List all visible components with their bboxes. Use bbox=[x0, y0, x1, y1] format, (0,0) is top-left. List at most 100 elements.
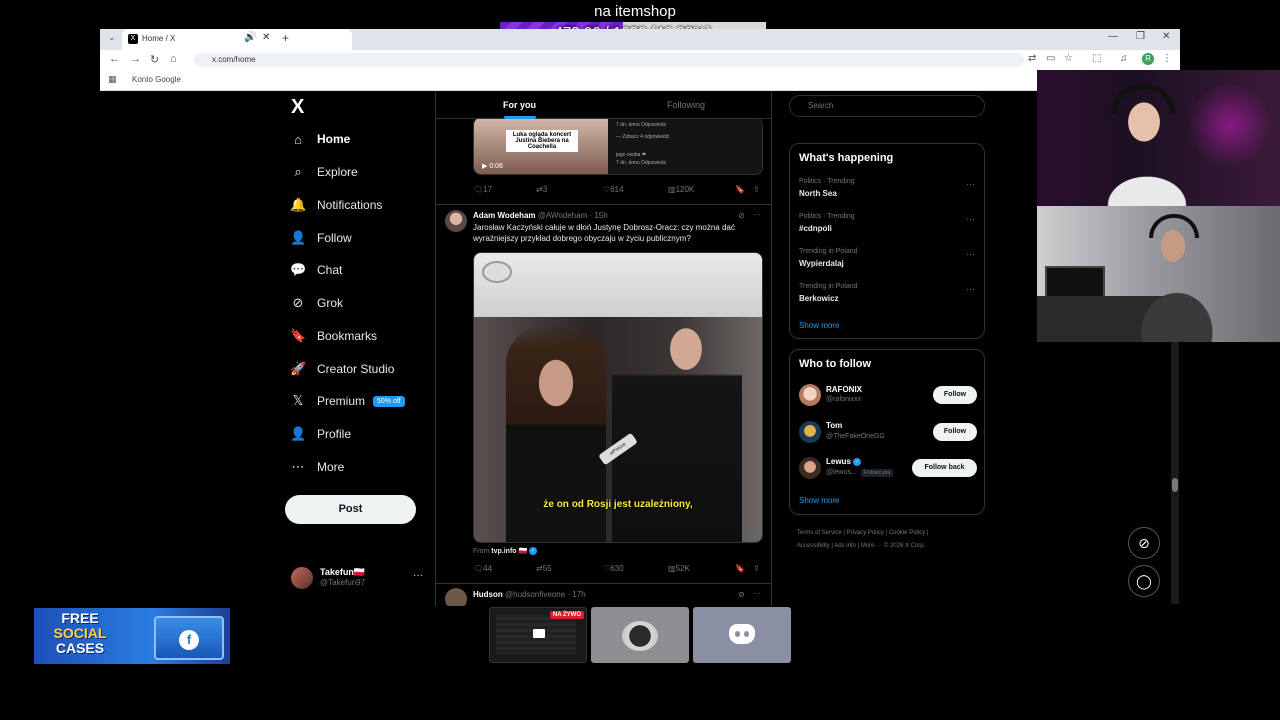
browser-tab[interactable]: X Home / X 🔊 ✕ + bbox=[122, 29, 352, 50]
profile-avatar[interactable]: R bbox=[1142, 53, 1154, 65]
close-tab-icon[interactable]: ✕ bbox=[262, 32, 270, 43]
show-more-trends[interactable]: Show more bbox=[799, 321, 839, 330]
scrollbar[interactable] bbox=[1171, 342, 1179, 604]
grok-icon[interactable]: ⊘ bbox=[738, 590, 745, 599]
bookmark-star-icon[interactable]: ☆ bbox=[1064, 53, 1073, 64]
sidebar-item-grok[interactable]: ⊘ Grok bbox=[290, 291, 343, 315]
post-button[interactable]: Post bbox=[285, 495, 416, 524]
footer-link[interactable]: Accessibility bbox=[797, 543, 830, 549]
reply-button[interactable]: 🗨 17 bbox=[473, 185, 492, 194]
repost-button[interactable]: ⇄ 55 bbox=[536, 564, 552, 573]
repost-button[interactable]: ⇄ 3 bbox=[536, 185, 547, 194]
menu-dots-icon[interactable]: ⋮ bbox=[1162, 53, 1172, 64]
tab-for-you[interactable]: For you bbox=[503, 100, 536, 110]
footer-link[interactable]: Ads info bbox=[834, 543, 856, 549]
follow-back-button[interactable]: Follow back bbox=[912, 459, 977, 477]
maximize-icon[interactable]: ❐ bbox=[1136, 31, 1145, 42]
url-field[interactable]: x.com/home bbox=[194, 53, 1024, 67]
post-media[interactable]: Luka ogląda koncert Justina Biebera na C… bbox=[473, 117, 763, 175]
sidebar-item-profile[interactable]: 👤 Profile bbox=[290, 422, 351, 446]
home-page-icon[interactable]: ⌂ bbox=[170, 53, 177, 65]
sidebar-item-premium[interactable]: 𝕏 Premium 50% off bbox=[290, 389, 405, 413]
tweet-author[interactable]: Adam Wodeham bbox=[473, 211, 536, 220]
media-control-icon[interactable]: ♫ bbox=[1120, 53, 1128, 64]
speaker-icon[interactable]: 🔊 bbox=[244, 32, 256, 43]
bookmark-konto-google[interactable]: Konto Google bbox=[132, 75, 181, 84]
cast-icon[interactable]: ▭ bbox=[1046, 53, 1055, 64]
search-input[interactable]: Search bbox=[789, 95, 985, 117]
goal-title: na itemshop bbox=[594, 3, 676, 20]
translate-icon[interactable]: ⇄ bbox=[1028, 53, 1036, 64]
more-icon[interactable]: ··· bbox=[753, 589, 761, 598]
trend-more-icon[interactable]: ··· bbox=[966, 179, 975, 189]
footer-link[interactable]: Cookie Policy bbox=[889, 530, 925, 536]
comment-line: 7 dn. temu Odpowiedz bbox=[616, 160, 667, 166]
trend-name[interactable]: #cdnpoli bbox=[799, 224, 832, 233]
account-more-icon[interactable]: ··· bbox=[413, 570, 423, 581]
footer-link[interactable]: Terms of Service bbox=[797, 530, 842, 536]
apps-grid-icon[interactable]: ▦ bbox=[108, 74, 117, 85]
sidebar-item-notifications[interactable]: 🔔 Notifications bbox=[290, 193, 382, 217]
back-icon[interactable]: ← bbox=[109, 53, 120, 65]
share-icon[interactable]: ⇪ bbox=[753, 185, 760, 194]
share-icon[interactable]: ⇪ bbox=[753, 564, 760, 573]
follow-avatar[interactable] bbox=[799, 421, 821, 443]
sidebar-item-home[interactable]: ⌂ Home bbox=[290, 127, 350, 151]
grok-icon[interactable]: ⊘ bbox=[738, 211, 745, 220]
sidebar-item-explore[interactable]: ⌕ Explore bbox=[290, 160, 357, 184]
trend-name[interactable]: North Sea bbox=[799, 189, 837, 198]
trend-more-icon[interactable]: ··· bbox=[966, 284, 975, 294]
views-button[interactable]: ▥ 52K bbox=[668, 564, 690, 573]
show-more-follow[interactable]: Show more bbox=[799, 496, 839, 505]
new-tab-icon[interactable]: + bbox=[282, 31, 289, 45]
close-window-icon[interactable]: ✕ bbox=[1162, 31, 1170, 42]
tab-following[interactable]: Following bbox=[667, 100, 705, 110]
sidebar-item-chat[interactable]: 💬 Chat bbox=[290, 258, 342, 282]
tab-search-icon[interactable]: ⌄ bbox=[108, 32, 116, 43]
source-link[interactable]: tvp.info 🇵🇱 bbox=[491, 548, 527, 555]
follow-avatar[interactable] bbox=[799, 457, 821, 479]
trend-name[interactable]: Berkowicz bbox=[799, 294, 839, 303]
trend-more-icon[interactable]: ··· bbox=[966, 249, 975, 259]
tweet-avatar[interactable] bbox=[445, 210, 467, 232]
grok-float-icon[interactable]: ⊘ bbox=[1128, 527, 1160, 559]
minimize-icon[interactable]: — bbox=[1108, 31, 1118, 42]
account-switcher[interactable]: Takefun🇵🇱 @Takefun97 ··· bbox=[291, 566, 431, 590]
sidebar-item-creator-studio[interactable]: 🚀 Creator Studio bbox=[290, 357, 394, 381]
follow-avatar[interactable] bbox=[799, 384, 821, 406]
x-logo[interactable]: X bbox=[291, 96, 304, 119]
divider bbox=[436, 583, 771, 584]
extensions-icon[interactable]: ⬚ bbox=[1092, 53, 1101, 64]
like-button[interactable]: ♡ 614 bbox=[603, 185, 624, 194]
reload-icon[interactable]: ↻ bbox=[150, 53, 159, 66]
footer-link[interactable]: Privacy Policy bbox=[847, 530, 884, 536]
promo-text: FREE SOCIAL CASES bbox=[53, 610, 107, 656]
bookmark-icon[interactable]: 🔖 bbox=[735, 564, 745, 573]
sidebar-item-bookmarks[interactable]: 🔖 Bookmarks bbox=[290, 324, 377, 348]
scrollbar-thumb[interactable] bbox=[1172, 478, 1178, 492]
tweet-video[interactable]: wPolsce że on od Rosji jest uzależniony, bbox=[473, 252, 763, 543]
like-button[interactable]: ♡ 630 bbox=[603, 564, 624, 573]
timeline[interactable]: For you Following Luka ogląda koncert Ju… bbox=[435, 91, 772, 606]
follow-name[interactable]: RAFONIX bbox=[826, 385, 862, 394]
trend-more-icon[interactable]: ··· bbox=[966, 214, 975, 224]
forward-icon[interactable]: → bbox=[130, 53, 141, 65]
follow-button[interactable]: Follow bbox=[933, 423, 977, 441]
tweet-author[interactable]: Hudson bbox=[473, 590, 503, 599]
sidebar-item-follow[interactable]: 👤 Follow bbox=[290, 226, 352, 250]
messages-float-icon[interactable]: ◯ bbox=[1128, 565, 1160, 597]
browser-tab-strip: ⌄ X Home / X 🔊 ✕ + — ❐ ✕ bbox=[100, 29, 1180, 50]
tweet-avatar[interactable] bbox=[445, 588, 467, 606]
bookmark-icon[interactable]: 🔖 bbox=[735, 185, 745, 194]
live-badge: NA ŻYWO bbox=[549, 611, 584, 619]
sidebar-item-more[interactable]: ⋯ More bbox=[290, 455, 345, 479]
trend-name[interactable]: Wypierdalaj bbox=[799, 259, 844, 268]
footer-link[interactable]: More ··· bbox=[861, 543, 882, 549]
follow-button[interactable]: Follow bbox=[933, 386, 977, 404]
follow-name[interactable]: Tom bbox=[826, 421, 842, 430]
follow-name[interactable]: Lewus ✓ bbox=[826, 457, 862, 466]
bookmark-icon: 🔖 bbox=[290, 328, 307, 343]
views-button[interactable]: ▥ 120K bbox=[668, 185, 694, 194]
more-icon[interactable]: ··· bbox=[753, 210, 761, 219]
reply-button[interactable]: 🗨 44 bbox=[473, 564, 492, 573]
